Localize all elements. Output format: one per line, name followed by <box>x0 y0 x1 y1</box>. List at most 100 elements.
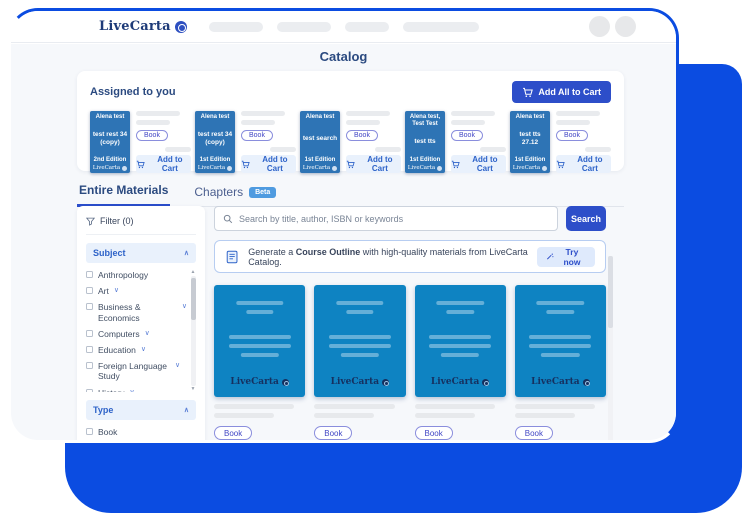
book-type-badge: Book <box>346 130 378 141</box>
cover-author: Alena test <box>512 114 548 121</box>
placeholder-line <box>541 353 579 357</box>
placeholder-line <box>241 111 285 116</box>
subject-option[interactable]: Foreign Language Study ∨ <box>86 361 187 381</box>
book-type-badge: Book <box>136 130 168 141</box>
placeholder-line <box>537 301 584 305</box>
avatar[interactable] <box>615 16 636 37</box>
placeholder-line <box>375 147 401 152</box>
book-cover[interactable]: LiveCarta <box>415 285 506 397</box>
cart-icon <box>522 87 533 98</box>
page: LiveCarta Catalog Assigned to you <box>0 0 747 514</box>
checkbox[interactable] <box>86 303 93 310</box>
scroll-down-icon[interactable]: ▼ <box>191 387 196 392</box>
livecarta-logo-icon <box>437 166 442 171</box>
add-all-to-cart-button[interactable]: Add All to Cart <box>512 81 611 103</box>
checkbox[interactable] <box>86 330 93 337</box>
subject-option[interactable]: Business & Economics ∨ <box>86 302 187 322</box>
cover-title: test rest 34 (copy) <box>197 131 233 146</box>
chevron-down-icon[interactable]: ∨ <box>114 286 119 294</box>
chevron-down-icon[interactable]: ∨ <box>141 345 146 353</box>
placeholder-line <box>585 147 611 152</box>
add-to-cart-button[interactable]: Add to Cart <box>556 155 611 173</box>
nav-placeholder[interactable] <box>209 22 263 32</box>
cover-edition: 1st Edition <box>197 157 233 163</box>
tab-chapters[interactable]: Chapters Beta <box>192 185 278 206</box>
magic-wand-icon <box>546 252 554 261</box>
tab-entire-materials[interactable]: Entire Materials <box>77 183 170 207</box>
checkbox[interactable] <box>86 287 93 294</box>
subject-option[interactable]: Anthropology <box>86 270 187 280</box>
assigned-title: Assigned to you <box>90 86 176 98</box>
scrollbar-thumb[interactable] <box>191 278 196 320</box>
chevron-down-icon[interactable]: ∨ <box>129 388 134 393</box>
subject-option[interactable]: Art ∨ <box>86 286 187 296</box>
cart-icon <box>451 160 460 169</box>
cover-brand: LiveCarta <box>407 165 443 171</box>
add-to-cart-button[interactable]: Add to Cart <box>241 155 296 173</box>
nav-placeholder[interactable] <box>277 22 331 32</box>
placeholder-line <box>314 413 374 418</box>
book-cover[interactable]: Alena test test rest 34 (copy) 1st Editi… <box>195 111 235 173</box>
checkbox[interactable] <box>86 389 93 393</box>
placeholder-line <box>270 147 296 152</box>
catalog-scrollbar[interactable] <box>608 256 613 440</box>
top-bar: LiveCarta <box>11 11 676 43</box>
placeholder-line <box>556 120 590 125</box>
book-type-badge: Book <box>515 426 553 440</box>
scroll-up-icon[interactable]: ▲ <box>191 270 196 275</box>
scrollbar-thumb[interactable] <box>608 256 613 328</box>
chevron-down-icon[interactable]: ∨ <box>175 361 180 369</box>
filter-section-type[interactable]: Type ∧ <box>86 400 196 420</box>
livecarta-logo[interactable]: LiveCarta <box>99 19 187 34</box>
book-type-badge: Book <box>451 130 483 141</box>
placeholder-line <box>446 310 473 314</box>
assigned-item: Alena test test search 1st Edition LiveC… <box>300 111 401 173</box>
placeholder-line <box>346 310 373 314</box>
book-cover[interactable]: Alena test test search 1st Edition LiveC… <box>300 111 340 173</box>
placeholder-line <box>556 111 600 116</box>
scrollbar-track[interactable] <box>191 276 196 386</box>
book-type-badge: Book <box>314 426 352 440</box>
search-input[interactable] <box>239 214 549 224</box>
cover-brand: LiveCarta <box>314 377 405 387</box>
book-cover[interactable]: Alena test test tts 27.12 1st Edition Li… <box>510 111 550 173</box>
livecarta-logo-icon <box>382 379 389 386</box>
placeholder-line <box>429 335 491 339</box>
search-button[interactable]: Search <box>566 206 606 231</box>
chevron-down-icon[interactable]: ∨ <box>182 302 187 310</box>
subject-option[interactable]: Computers ∨ <box>86 329 187 339</box>
livecarta-logo-icon <box>583 379 590 386</box>
filter-header[interactable]: Filter (0) <box>86 216 196 235</box>
add-to-cart-button[interactable]: Add to Cart <box>346 155 401 173</box>
book-cover[interactable]: LiveCarta <box>314 285 405 397</box>
nav-placeholder[interactable] <box>345 22 389 32</box>
book-cover[interactable]: LiveCarta <box>515 285 606 397</box>
type-option[interactable]: Book <box>86 427 196 437</box>
checkbox[interactable] <box>86 428 93 435</box>
checkbox[interactable] <box>86 346 93 353</box>
subject-option[interactable]: Education ∨ <box>86 345 187 355</box>
add-to-cart-button[interactable]: Add to Cart <box>136 155 191 173</box>
try-now-button[interactable]: Try now <box>537 247 595 267</box>
checkbox[interactable] <box>86 271 93 278</box>
livecarta-logo-icon <box>542 166 547 171</box>
filter-sidebar: Filter (0) Subject ∧ Anthropology Art ∨ <box>77 206 205 440</box>
filter-funnel-icon <box>86 217 95 226</box>
checkbox[interactable] <box>86 362 93 369</box>
cover-brand: LiveCarta <box>92 165 128 171</box>
scrollbar[interactable]: ▲ ▼ <box>190 270 196 392</box>
subject-option[interactable]: History ∨ <box>86 388 187 393</box>
book-cover[interactable]: Alena test, Test Test test tts 1st Editi… <box>405 111 445 173</box>
nav-placeholder[interactable] <box>403 22 479 32</box>
topbar-right-group <box>589 16 636 37</box>
chevron-down-icon[interactable]: ∨ <box>145 329 150 337</box>
book-cover[interactable]: LiveCarta <box>214 285 305 397</box>
cover-title: test search <box>302 135 338 142</box>
avatar[interactable] <box>589 16 610 37</box>
book-card: LiveCarta Book <box>214 285 305 440</box>
book-cover[interactable]: Alena test test rest 34 (copy) 2nd Editi… <box>90 111 130 173</box>
assigned-item: Alena test test rest 34 (copy) 1st Editi… <box>195 111 296 173</box>
book-card: LiveCarta Book <box>415 285 506 440</box>
add-to-cart-button[interactable]: Add to Cart <box>451 155 506 173</box>
filter-section-subject[interactable]: Subject ∧ <box>86 243 196 263</box>
